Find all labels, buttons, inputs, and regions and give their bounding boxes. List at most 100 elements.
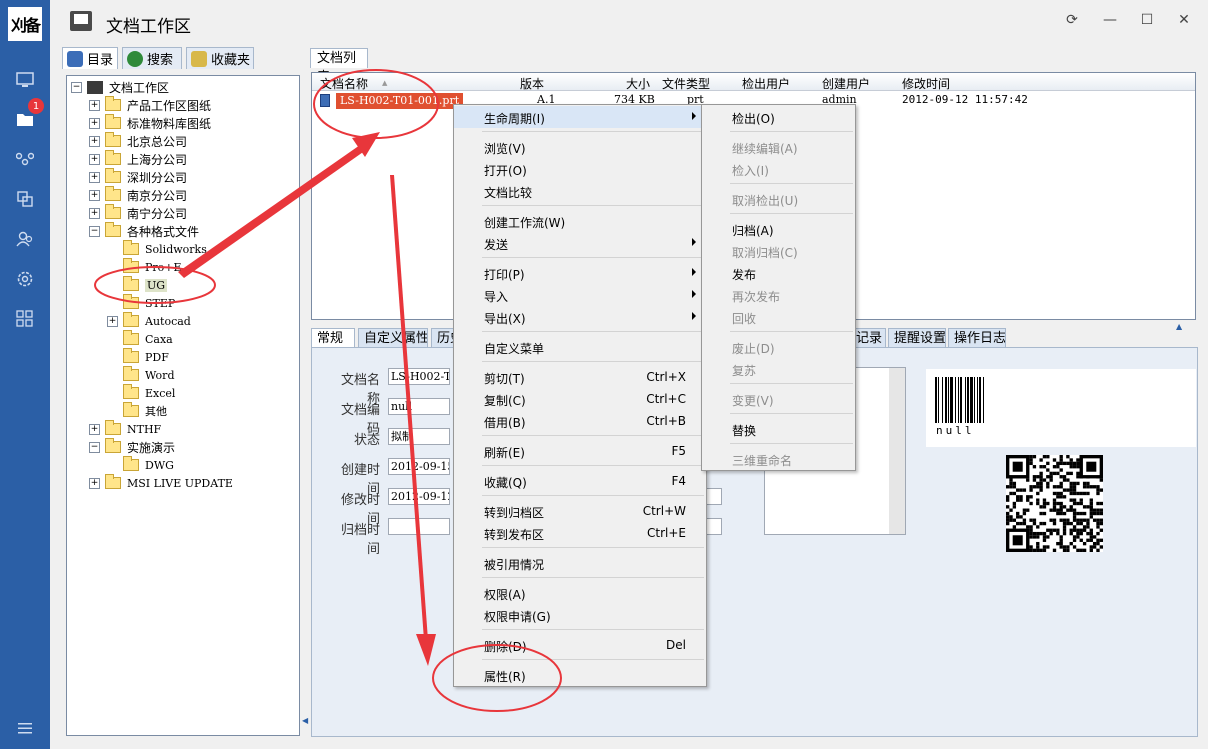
context-menu-item[interactable]: 剪切(T) Ctrl+X bbox=[454, 366, 706, 388]
context-menu-item[interactable]: 生命周期(I) bbox=[454, 106, 706, 128]
expand-toggle-icon[interactable]: + bbox=[89, 153, 100, 165]
expand-toggle-icon[interactable]: + bbox=[107, 315, 118, 327]
close-button[interactable]: ✕ bbox=[1174, 10, 1194, 30]
tree-item[interactable]: Solidworks bbox=[107, 240, 207, 258]
tree-item[interactable]: + 北京总公司 bbox=[89, 132, 187, 150]
tree-item[interactable]: − 各种格式文件 bbox=[89, 222, 199, 240]
tab-general[interactable]: 常规 bbox=[311, 328, 355, 348]
context-menu-item[interactable]: 收藏(Q) F4 bbox=[454, 470, 706, 492]
col-version[interactable]: 版本 bbox=[520, 75, 544, 92]
prop-field[interactable] bbox=[388, 518, 450, 535]
splitter-arrow-icon[interactable]: ◀ bbox=[302, 716, 308, 725]
col-creator[interactable]: 创建用户 bbox=[822, 75, 870, 92]
minimize-button[interactable]: — bbox=[1100, 10, 1120, 30]
settings-icon[interactable] bbox=[13, 267, 37, 291]
col-size[interactable]: 大小 bbox=[626, 75, 650, 92]
tree-item[interactable]: − 实施演示 bbox=[89, 438, 175, 456]
context-menu-item[interactable]: 导入 bbox=[454, 284, 706, 306]
tree-item[interactable]: Caxa bbox=[107, 330, 173, 348]
context-menu-item[interactable]: 创建工作流(W) bbox=[454, 210, 706, 232]
prop-field[interactable]: null bbox=[388, 398, 450, 415]
expand-toggle-icon[interactable]: + bbox=[89, 99, 100, 111]
context-menu-item[interactable]: 属性(R) bbox=[454, 664, 706, 686]
tree-item[interactable]: + 标准物料库图纸 bbox=[89, 114, 211, 132]
prop-field[interactable]: 2012-09-15 bbox=[388, 458, 450, 475]
lifecycle-menu-item[interactable]: 发布 bbox=[702, 262, 855, 284]
tree-item[interactable]: + Autocad bbox=[107, 312, 191, 330]
context-menu-item[interactable]: 浏览(V) bbox=[454, 136, 706, 158]
prop-field[interactable]: 2012-09-12 bbox=[388, 488, 450, 505]
context-menu-item[interactable]: 发送 bbox=[454, 232, 706, 254]
tree-item[interactable]: STEP bbox=[107, 294, 175, 312]
users-icon[interactable] bbox=[13, 227, 37, 251]
tab-operation-log[interactable]: 操作日志 bbox=[948, 328, 1006, 348]
context-menu-item[interactable]: 删除(D) Del bbox=[454, 634, 706, 656]
tree-item[interactable]: + MSI LIVE UPDATE bbox=[89, 474, 233, 492]
tree-item[interactable]: Word bbox=[107, 366, 174, 384]
context-menu-item[interactable]: 导出(X) bbox=[454, 306, 706, 328]
collapse-toggle-icon[interactable]: − bbox=[71, 81, 82, 93]
col-type[interactable]: 文件类型 bbox=[662, 75, 710, 92]
prop-field[interactable]: LS-H002-T01 bbox=[388, 368, 450, 385]
expand-toggle-icon[interactable]: + bbox=[89, 423, 100, 435]
context-menu-item[interactable]: 打开(O) bbox=[454, 158, 706, 180]
collapse-toggle-icon[interactable]: − bbox=[89, 441, 100, 453]
expand-toggle-icon[interactable]: + bbox=[89, 189, 100, 201]
context-menu-item[interactable]: 权限申请(G) bbox=[454, 604, 706, 626]
tab-reminders[interactable]: 提醒设置 bbox=[888, 328, 946, 348]
col-name[interactable]: 文档名称 bbox=[320, 75, 368, 92]
workflow-icon[interactable] bbox=[13, 147, 37, 171]
lifecycle-menu-item[interactable]: 检出(O) bbox=[702, 106, 855, 128]
collapse-toggle-icon[interactable]: − bbox=[89, 225, 100, 237]
tab-search[interactable]: 搜索 bbox=[122, 47, 182, 69]
tree-item[interactable]: + 深圳分公司 bbox=[89, 168, 187, 186]
selected-file-name[interactable]: LS-H002-T01-001.prt bbox=[336, 93, 464, 109]
archive-time-field-end[interactable] bbox=[706, 518, 722, 535]
col-modified[interactable]: 修改时间 bbox=[902, 75, 950, 92]
tab-favorites[interactable]: 收藏夹 bbox=[186, 47, 254, 69]
expand-toggle-icon[interactable]: + bbox=[89, 171, 100, 183]
monitor-icon[interactable] bbox=[13, 68, 37, 92]
hamburger-menu-icon[interactable] bbox=[13, 716, 37, 740]
tree-item[interactable]: + 南宁分公司 bbox=[89, 204, 187, 222]
expand-toggle-icon[interactable]: + bbox=[89, 207, 100, 219]
collapse-arrow-icon[interactable]: ▲ bbox=[1176, 322, 1182, 331]
tree-item[interactable]: UG bbox=[107, 276, 168, 294]
tab-custom-props[interactable]: 自定义属性 bbox=[358, 328, 428, 348]
tree-item[interactable]: 其他 bbox=[107, 402, 167, 420]
refresh-button[interactable]: ⟳ bbox=[1062, 10, 1082, 30]
tab-directory[interactable]: 目录 bbox=[62, 47, 118, 69]
maximize-button[interactable]: ☐ bbox=[1137, 10, 1157, 30]
context-menu-item[interactable]: 打印(P) bbox=[454, 262, 706, 284]
lifecycle-menu-item[interactable]: 归档(A) bbox=[702, 218, 855, 240]
tree-item[interactable]: + 产品工作区图纸 bbox=[89, 96, 211, 114]
context-menu-item[interactable]: 文档比较 bbox=[454, 180, 706, 202]
context-menu-item[interactable]: 复制(C) Ctrl+C bbox=[454, 388, 706, 410]
tree-item[interactable]: + 上海分公司 bbox=[89, 150, 187, 168]
context-menu-item[interactable]: 被引用情况 bbox=[454, 552, 706, 574]
modified-time-field-end[interactable] bbox=[706, 488, 722, 505]
tree-item[interactable]: PDF bbox=[107, 348, 169, 366]
tree-item[interactable]: Excel bbox=[107, 384, 175, 402]
tree-item[interactable]: Pro+E bbox=[107, 258, 182, 276]
context-menu-item[interactable]: 刷新(E) F5 bbox=[454, 440, 706, 462]
tree-item[interactable]: + 南京分公司 bbox=[89, 186, 187, 204]
lifecycle-menu-item[interactable]: 替换 bbox=[702, 418, 855, 440]
tree-item[interactable]: + NTHF bbox=[89, 420, 161, 438]
context-menu-item[interactable]: 权限(A) bbox=[454, 582, 706, 604]
tree-root[interactable]: − 文档工作区 bbox=[71, 78, 169, 96]
prop-field[interactable]: 拟制 bbox=[388, 428, 450, 445]
apps-grid-icon[interactable] bbox=[13, 307, 37, 331]
expand-toggle-icon[interactable]: + bbox=[89, 135, 100, 147]
tree-item[interactable]: DWG bbox=[107, 456, 174, 474]
context-menu-item[interactable]: 转到归档区 Ctrl+W bbox=[454, 500, 706, 522]
expand-toggle-icon[interactable]: + bbox=[89, 477, 100, 489]
context-menu-item[interactable]: 自定义菜单 bbox=[454, 336, 706, 358]
col-checkout-user[interactable]: 检出用户 bbox=[742, 75, 790, 92]
memo-scrollbar[interactable] bbox=[889, 368, 905, 534]
tab-history[interactable]: 历史 bbox=[431, 328, 455, 348]
expand-toggle-icon[interactable]: + bbox=[89, 117, 100, 129]
context-menu-item[interactable]: 借用(B) Ctrl+B bbox=[454, 410, 706, 432]
exchange-icon[interactable] bbox=[13, 187, 37, 211]
tab-document-list[interactable]: 文档列表 bbox=[310, 48, 368, 85]
